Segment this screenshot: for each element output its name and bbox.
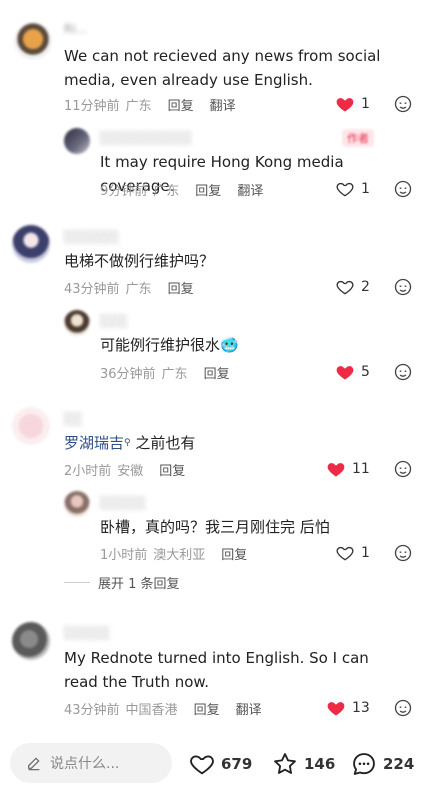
avatar[interactable] — [64, 128, 90, 154]
emoji-reaction-icon[interactable] — [393, 459, 413, 479]
heart-filled-icon — [327, 463, 345, 477]
comment-location: 广东 — [153, 184, 180, 199]
heart-filled-icon — [327, 702, 345, 716]
like-count: 2 — [361, 279, 370, 295]
comment-text[interactable]: 罗湖瑞吉⚲ 之前也有 — [64, 431, 384, 455]
pencil-icon — [28, 757, 40, 771]
translate-button[interactable]: 翻译 — [236, 703, 262, 718]
username[interactable]: ░░░░░░░░░░ — [100, 131, 192, 145]
expand-replies-label: 展开 1 条回复 — [98, 577, 180, 592]
like-count: 1 — [361, 181, 370, 197]
comment-time: 1小时前 — [100, 548, 148, 563]
like-button[interactable]: 2 — [335, 277, 370, 297]
comment-meta: 43分钟前 广东 回复 — [64, 278, 194, 297]
comment-input-placeholder: 说点什么... — [50, 756, 120, 772]
like-button[interactable]: 5 — [335, 362, 370, 382]
avatar[interactable] — [64, 491, 90, 517]
comment-text-body: 之前也有 — [130, 434, 196, 452]
heart-outline-icon — [336, 280, 354, 295]
comment-location: 广东 — [125, 99, 152, 114]
comments-button[interactable]: 224 — [350, 750, 414, 778]
author-badge: 作者 — [342, 129, 374, 147]
expand-replies-button[interactable]: 展开 1 条回复 — [64, 573, 180, 592]
reply-button[interactable]: 回复 — [204, 367, 230, 382]
avatar[interactable] — [12, 622, 50, 660]
emoji-reaction-icon[interactable] — [393, 362, 413, 382]
comment-time: 2小时前 — [64, 464, 112, 479]
avatar[interactable] — [12, 407, 50, 445]
comment-time: 36分钟前 — [100, 367, 156, 382]
comment-input[interactable]: 说点什么... — [10, 743, 172, 783]
reply-button[interactable]: 回复 — [194, 703, 220, 718]
like-count: 1 — [361, 545, 370, 561]
heart-filled-icon — [336, 366, 354, 380]
comment-time: 11分钟前 — [64, 99, 120, 114]
reply-button[interactable]: 回复 — [168, 282, 194, 297]
collect-button[interactable]: 146 — [271, 750, 335, 778]
comment-text[interactable]: 可能例行维护很水🥶 — [100, 333, 400, 357]
comment-location: 广东 — [161, 367, 188, 382]
username[interactable]: ░░░░░ — [100, 496, 146, 510]
comment-meta: 1小时前 澳大利亚 回复 — [100, 544, 247, 563]
username[interactable]: ░░░░░░ — [64, 230, 119, 244]
avatar[interactable] — [64, 310, 90, 336]
reply-button[interactable]: 回复 — [168, 99, 194, 114]
comment-location: 中国香港 — [125, 703, 178, 718]
reply-button[interactable]: 回复 — [159, 464, 185, 479]
emoji-reaction-icon[interactable] — [393, 179, 413, 199]
emoji-reaction-icon[interactable] — [393, 543, 413, 563]
like-post-button[interactable]: 679 — [188, 750, 252, 778]
comment-text[interactable]: My Rednote turned into English. So I can… — [64, 646, 404, 694]
comment-meta: 2小时前 安徽 回复 — [64, 460, 185, 479]
mention-link[interactable]: 罗湖瑞吉 — [64, 434, 124, 452]
comment-location: 安徽 — [117, 464, 144, 479]
like-button[interactable]: 1 — [335, 179, 370, 199]
comment-location: 澳大利亚 — [153, 548, 206, 563]
like-count: 1 — [361, 96, 370, 112]
comment-location: 广东 — [125, 282, 152, 297]
username[interactable]: ░░░░░ — [64, 626, 110, 640]
comment-meta: 36分钟前 广东 回复 — [100, 363, 230, 382]
post-collect-count: 146 — [304, 755, 336, 773]
comment-time: 9分钟前 — [100, 184, 148, 199]
reply-button[interactable]: 回复 — [221, 548, 247, 563]
username[interactable]: Ri... — [64, 22, 87, 36]
comment-meta: 9分钟前 广东 回复 翻译 — [100, 180, 263, 199]
emoji-reaction-icon[interactable] — [393, 94, 413, 114]
like-button[interactable]: 1 — [335, 543, 370, 563]
post-like-count: 679 — [221, 755, 253, 773]
bottom-action-bar: 说点什么... 679 146 224 — [0, 735, 427, 800]
emoji-reaction-icon[interactable] — [393, 698, 413, 718]
post-comment-count: 224 — [383, 755, 415, 773]
translate-button[interactable]: 翻译 — [210, 99, 236, 114]
comment-text[interactable]: 电梯不做例行维护吗？ — [64, 249, 384, 273]
comment-time: 43分钟前 — [64, 703, 120, 718]
heart-outline-icon — [336, 546, 354, 561]
heart-outline-icon — [336, 182, 354, 197]
star-outline-icon — [274, 753, 296, 774]
emoji-reaction-icon[interactable] — [393, 277, 413, 297]
divider — [64, 582, 90, 583]
avatar[interactable] — [14, 22, 52, 60]
comment-meta: 11分钟前 广东 回复 翻译 — [64, 95, 236, 114]
like-button[interactable]: 1 — [335, 94, 370, 114]
heart-outline-icon — [190, 755, 214, 775]
comment-bubble-icon — [353, 753, 375, 775]
like-button[interactable]: 11 — [326, 459, 370, 479]
translate-button[interactable]: 翻译 — [237, 184, 263, 199]
search-icon: ⚲ — [124, 438, 131, 448]
username[interactable]: ░░░ — [100, 314, 128, 328]
avatar[interactable] — [12, 225, 50, 263]
reply-button[interactable]: 回复 — [195, 184, 221, 199]
like-count: 11 — [352, 461, 370, 477]
like-count: 13 — [352, 700, 370, 716]
like-count: 5 — [361, 364, 370, 380]
comment-meta: 43分钟前 中国香港 回复 翻译 — [64, 699, 262, 718]
comment-time: 43分钟前 — [64, 282, 120, 297]
comment-text[interactable]: We can not recieved any news from social… — [64, 44, 384, 92]
like-button[interactable]: 13 — [326, 698, 370, 718]
username[interactable]: ░░ — [64, 412, 82, 426]
comment-text[interactable]: 卧槽，真的吗？我三月刚住完 后怕 — [100, 515, 400, 539]
heart-filled-icon — [336, 98, 354, 112]
